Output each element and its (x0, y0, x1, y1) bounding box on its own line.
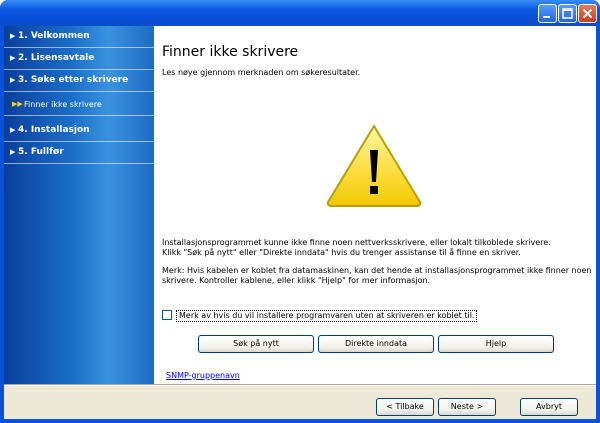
triangle-right-icon: ▶ (10, 32, 16, 40)
sidebar-step-label: 2. Lisensavtale (18, 53, 95, 63)
triangle-right-icon: ▶ (10, 76, 16, 84)
sidebar-step-5: ▶ 5. Fullfør (4, 142, 154, 164)
sidebar-step-2: ▶ 2. Lisensavtale (4, 48, 154, 70)
install-without-printer-checkbox[interactable] (162, 310, 172, 320)
sidebar-current-substep: ▶▶ Finner ikke skrivere (4, 94, 154, 116)
sidebar-step-1: ▶ 1. Velkommen (4, 26, 154, 48)
message-line-1: Installasjonsprogrammet kunne ikke finne… (162, 238, 551, 247)
note-line-2: skrivere. Kontroller kablene, eller klik… (162, 276, 431, 285)
main-panel: Finner ikke skrivere Les nøye gjennom me… (154, 26, 596, 384)
title-bar[interactable] (0, 0, 600, 26)
installer-window: ▶ 1. Velkommen ▶ 2. Lisensavtale ▶ 3. Sø… (0, 0, 600, 423)
triangle-right-icon: ▶ (10, 148, 16, 156)
sidebar-step-label: 1. Velkommen (18, 31, 90, 41)
search-again-button[interactable]: Søk på nytt (198, 335, 314, 353)
direct-input-button[interactable]: Direkte inndata (318, 335, 434, 353)
install-without-printer-label[interactable]: Merk av hvis du vil installere programva… (176, 310, 478, 322)
sidebar-step-3: ▶ 3. Søke etter skrivere (4, 70, 154, 92)
footer-divider (4, 384, 596, 386)
minimize-icon (543, 16, 550, 18)
help-button[interactable]: Hjelp (438, 335, 554, 353)
cancel-button[interactable]: Avbryt (520, 398, 578, 416)
sidebar-step-4: ▶ 4. Installasjon (4, 120, 154, 142)
close-icon (582, 8, 593, 19)
next-button[interactable]: Neste > (438, 398, 496, 416)
maximize-button[interactable] (558, 4, 577, 23)
message-line-2: Klikk "Søk på nytt" eller "Direkte innda… (162, 248, 521, 257)
window-client-area: ▶ 1. Velkommen ▶ 2. Lisensavtale ▶ 3. Sø… (4, 26, 596, 419)
triangle-right-icon: ▶ (10, 54, 16, 62)
double-arrow-icon: ▶▶ (12, 100, 23, 108)
sidebar-step-label: 3. Søke etter skrivere (18, 75, 129, 85)
sidebar-substep-label: Finner ikke skrivere (24, 100, 102, 109)
snmp-group-link[interactable]: SNMP-gruppenavn (166, 371, 240, 380)
sidebar-step-label: 5. Fullfør (18, 147, 64, 157)
warning-icon (326, 125, 422, 207)
intro-text: Les nøye gjennom merknaden om søkeresult… (162, 68, 361, 77)
close-button[interactable] (578, 4, 597, 23)
back-button[interactable]: < Tilbake (376, 398, 434, 416)
sidebar-step-label: 4. Installasjon (18, 125, 90, 135)
note-line-1: Merk: Hvis kabelen er koblet fra datamas… (162, 266, 592, 275)
steps-sidebar: ▶ 1. Velkommen ▶ 2. Lisensavtale ▶ 3. Sø… (4, 26, 154, 384)
minimize-button[interactable] (538, 4, 557, 23)
triangle-right-icon: ▶ (10, 126, 16, 134)
maximize-icon (562, 8, 573, 19)
page-title: Finner ikke skrivere (162, 44, 299, 60)
